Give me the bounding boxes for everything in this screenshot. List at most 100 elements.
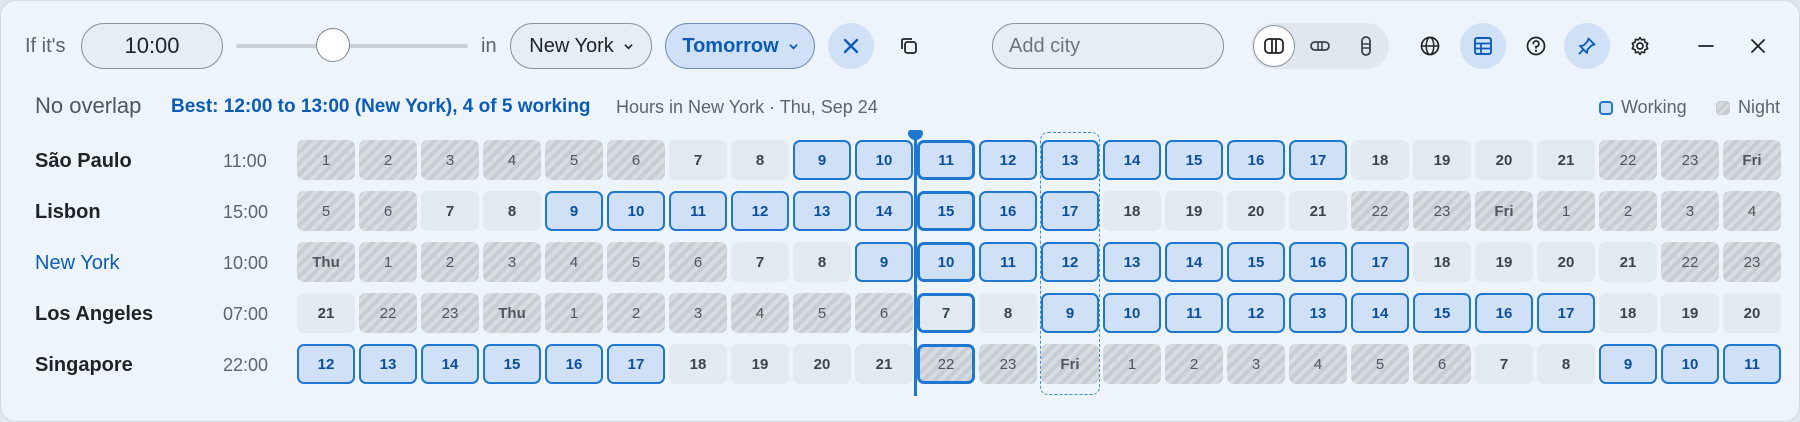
add-city-input[interactable]: Add city xyxy=(992,23,1224,69)
hour-cell[interactable]: 7 xyxy=(917,293,975,333)
hour-cell[interactable]: 8 xyxy=(979,293,1037,333)
hour-cell[interactable]: 10 xyxy=(855,140,913,180)
hour-cell[interactable]: 1 xyxy=(1103,344,1161,384)
hour-cell[interactable]: 23 xyxy=(1413,191,1471,231)
hour-cell[interactable]: 7 xyxy=(669,140,727,180)
city-select[interactable]: New York xyxy=(510,23,652,69)
hour-cell[interactable]: Thu xyxy=(297,242,355,282)
hour-cell[interactable]: 21 xyxy=(1289,191,1347,231)
hour-cell[interactable]: 19 xyxy=(1413,140,1471,180)
hour-cell[interactable]: 3 xyxy=(421,140,479,180)
hour-cell[interactable]: 17 xyxy=(1289,140,1347,180)
hour-cell[interactable]: 17 xyxy=(1537,293,1595,333)
hour-cell[interactable]: 12 xyxy=(731,191,789,231)
hour-cell[interactable]: 4 xyxy=(1289,344,1347,384)
hour-cell[interactable]: 2 xyxy=(607,293,665,333)
hour-cell[interactable]: 13 xyxy=(359,344,417,384)
hour-cell[interactable]: 8 xyxy=(731,140,789,180)
hour-cell[interactable]: 5 xyxy=(1351,344,1409,384)
hour-cell[interactable]: 16 xyxy=(1289,242,1347,282)
hour-cell[interactable]: 5 xyxy=(607,242,665,282)
settings-button[interactable] xyxy=(1620,26,1660,66)
layout-rows-button[interactable] xyxy=(1299,25,1341,67)
hour-cell[interactable]: 19 xyxy=(731,344,789,384)
hour-cell[interactable]: 21 xyxy=(1537,140,1595,180)
hour-cell[interactable]: 7 xyxy=(1475,344,1533,384)
hour-cell[interactable]: 12 xyxy=(979,140,1037,180)
layout-stack-button[interactable] xyxy=(1345,25,1387,67)
city-name[interactable]: Singapore xyxy=(35,354,133,377)
hour-cell[interactable]: 23 xyxy=(1723,242,1781,282)
hour-cell[interactable]: 1 xyxy=(545,293,603,333)
hour-cell[interactable]: 20 xyxy=(1475,140,1533,180)
hour-cell[interactable]: 3 xyxy=(1227,344,1285,384)
hour-cell[interactable]: 22 xyxy=(917,344,975,384)
hour-cell[interactable]: 1 xyxy=(1537,191,1595,231)
hour-cell[interactable]: 15 xyxy=(1413,293,1471,333)
hour-cell[interactable]: 1 xyxy=(359,242,417,282)
hour-cell[interactable]: 8 xyxy=(1537,344,1595,384)
day-select[interactable]: Tomorrow xyxy=(665,23,815,69)
hour-cell[interactable]: 18 xyxy=(669,344,727,384)
hour-cell[interactable]: 5 xyxy=(545,140,603,180)
hour-cell[interactable]: 20 xyxy=(1227,191,1285,231)
hour-cell[interactable]: 8 xyxy=(483,191,541,231)
hour-cell[interactable]: 21 xyxy=(1599,242,1657,282)
hour-cell[interactable]: 9 xyxy=(545,191,603,231)
city-name[interactable]: Los Angeles xyxy=(35,303,153,326)
copy-button[interactable] xyxy=(889,26,929,66)
hour-cell[interactable]: 2 xyxy=(359,140,417,180)
hour-cell[interactable]: 12 xyxy=(1227,293,1285,333)
hour-cell[interactable]: 8 xyxy=(793,242,851,282)
hour-cell[interactable]: 17 xyxy=(607,344,665,384)
hour-cell[interactable]: 10 xyxy=(1661,344,1719,384)
hour-cell[interactable]: 14 xyxy=(1103,140,1161,180)
hour-cell[interactable]: 7 xyxy=(421,191,479,231)
city-name[interactable]: São Paulo xyxy=(35,150,132,173)
hour-cell[interactable]: 6 xyxy=(855,293,913,333)
hour-cell[interactable]: 13 xyxy=(1103,242,1161,282)
hour-cell[interactable]: 18 xyxy=(1351,140,1409,180)
hour-cell[interactable]: 4 xyxy=(545,242,603,282)
hour-cell[interactable]: 6 xyxy=(1413,344,1471,384)
hour-cell[interactable]: 11 xyxy=(1723,344,1781,384)
globe-button[interactable] xyxy=(1410,26,1450,66)
hour-cell[interactable]: 16 xyxy=(979,191,1037,231)
hour-cell[interactable]: 9 xyxy=(793,140,851,180)
hour-cell[interactable]: 11 xyxy=(917,140,975,180)
hour-cell[interactable]: 16 xyxy=(1227,140,1285,180)
hour-cell[interactable]: 22 xyxy=(359,293,417,333)
hour-cell[interactable]: 20 xyxy=(793,344,851,384)
city-name[interactable]: New York xyxy=(35,252,120,275)
hour-cell[interactable]: 13 xyxy=(793,191,851,231)
hour-cell[interactable]: 4 xyxy=(1723,191,1781,231)
hour-cell[interactable]: 3 xyxy=(1661,191,1719,231)
hour-cell[interactable]: 7 xyxy=(731,242,789,282)
help-button[interactable] xyxy=(1516,26,1556,66)
hour-cell[interactable]: 6 xyxy=(669,242,727,282)
hour-cell[interactable]: 11 xyxy=(669,191,727,231)
table-view-button[interactable] xyxy=(1460,23,1506,69)
hour-cell[interactable]: 21 xyxy=(855,344,913,384)
hour-cell[interactable]: 22 xyxy=(1661,242,1719,282)
hour-cell[interactable]: 18 xyxy=(1103,191,1161,231)
hour-cell[interactable]: 14 xyxy=(855,191,913,231)
best-time-link[interactable]: Best: 12:00 to 13:00 (New York), 4 of 5 … xyxy=(171,96,591,118)
hour-cell[interactable]: 10 xyxy=(917,242,975,282)
clear-button[interactable] xyxy=(828,23,874,69)
hour-cell[interactable]: 3 xyxy=(483,242,541,282)
hour-cell[interactable]: 13 xyxy=(1289,293,1347,333)
hour-cell[interactable]: 23 xyxy=(1661,140,1719,180)
hour-cell[interactable]: 14 xyxy=(421,344,479,384)
hour-cell[interactable]: 21 xyxy=(297,293,355,333)
hour-cell[interactable]: 16 xyxy=(1475,293,1533,333)
hour-cell[interactable]: 16 xyxy=(545,344,603,384)
hour-cell[interactable]: 4 xyxy=(731,293,789,333)
time-slider-track[interactable] xyxy=(236,44,468,48)
hour-cell[interactable]: 11 xyxy=(1165,293,1223,333)
hour-cell[interactable]: 18 xyxy=(1599,293,1657,333)
minimize-button[interactable] xyxy=(1686,26,1726,66)
time-input[interactable]: 10:00 xyxy=(81,23,223,69)
window-close-button[interactable] xyxy=(1738,26,1778,66)
hour-cell[interactable]: 3 xyxy=(669,293,727,333)
